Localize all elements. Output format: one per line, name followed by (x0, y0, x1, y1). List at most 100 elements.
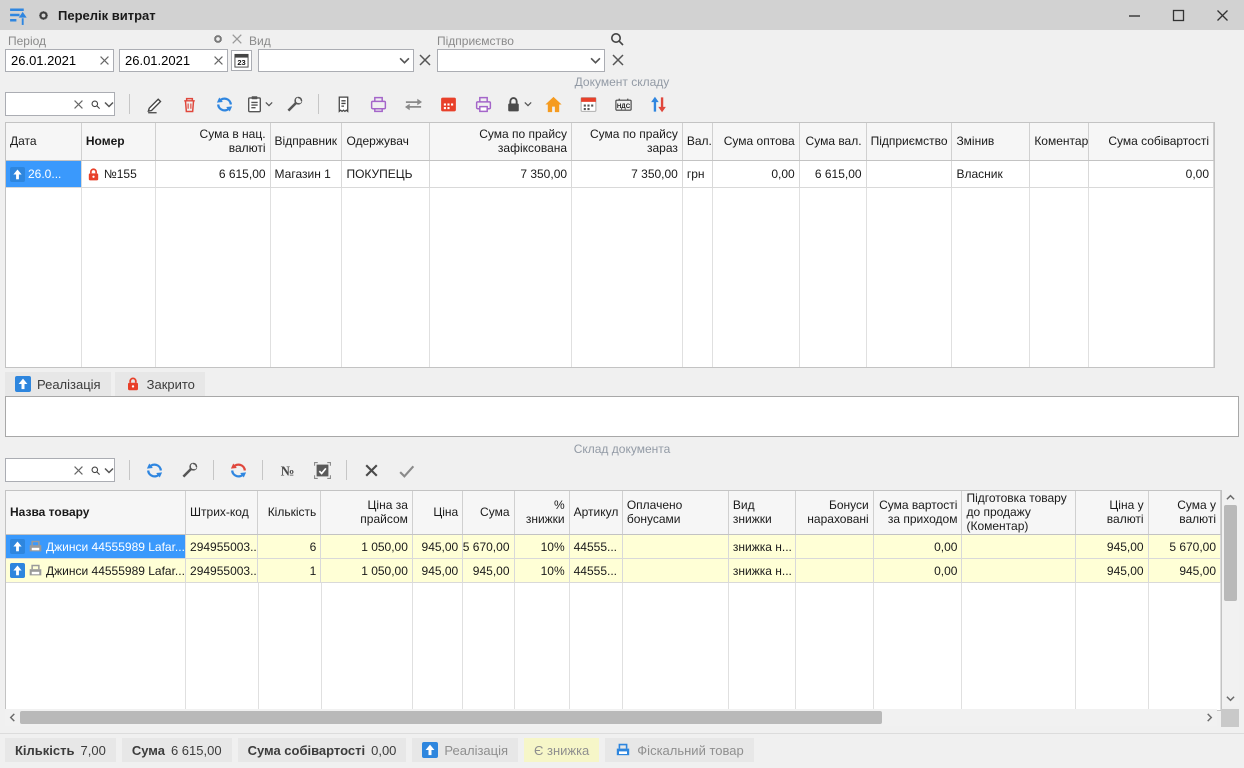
table-cell[interactable]: Магазин 1 (271, 161, 343, 187)
column-header[interactable]: Оплачено бонусами (623, 491, 729, 534)
table-cell[interactable]: 1 050,00 (321, 559, 413, 582)
table-cell[interactable]: №155 (82, 161, 156, 187)
table-cell[interactable]: 0,00 (713, 161, 800, 187)
column-header[interactable]: Бонуси нараховані (796, 491, 873, 534)
column-header[interactable]: Сума вартості за приходом (874, 491, 963, 534)
column-header[interactable]: Одержувач (342, 123, 430, 160)
table-cell[interactable]: Джинси 44555989 Lafar... (6, 535, 186, 558)
table-cell[interactable]: 1 (258, 559, 321, 582)
table-cell[interactable]: 1 050,00 (321, 535, 413, 558)
column-header[interactable]: Назва товару (6, 491, 186, 534)
reload-items-button[interactable] (222, 457, 254, 483)
date-to-input[interactable] (120, 53, 210, 68)
items-horizontal-scrollbar[interactable] (5, 709, 1217, 726)
lock-button[interactable] (502, 91, 534, 117)
column-header[interactable]: Сума по прайсу зараз (572, 123, 683, 160)
table-cell[interactable]: знижка н... (729, 559, 797, 582)
refresh-button[interactable] (138, 457, 170, 483)
table-cell[interactable]: 945,00 (463, 559, 514, 582)
horizontal-scroll-thumb[interactable] (20, 711, 882, 724)
table-row[interactable]: Джинси 44555989 Lafar...294955003...61 0… (6, 535, 1221, 559)
column-header[interactable]: Кількість (258, 491, 321, 534)
table-cell[interactable]: 945,00 (1149, 559, 1221, 582)
column-header[interactable]: Відправник (271, 123, 343, 160)
column-header[interactable]: Вид знижки (729, 491, 797, 534)
table-cell[interactable]: 945,00 (413, 559, 463, 582)
edit-button[interactable] (138, 91, 170, 117)
column-header[interactable]: Сума в нац. валюті (156, 123, 271, 160)
column-header[interactable]: Сума у валюті (1149, 491, 1221, 534)
table-cell[interactable] (796, 535, 873, 558)
column-header[interactable]: % знижки (515, 491, 570, 534)
scroll-right-button[interactable] (1202, 709, 1217, 726)
table-cell[interactable]: 945,00 (1076, 559, 1148, 582)
table-cell[interactable]: Власник (952, 161, 1030, 187)
enterprise-select[interactable] (437, 49, 605, 72)
table-cell[interactable]: 26.0... (6, 161, 82, 187)
column-header[interactable]: Сума собівартості (1089, 123, 1214, 160)
calendar-report-button[interactable] (432, 91, 464, 117)
tag-closed[interactable]: Закрито (115, 372, 205, 396)
column-header[interactable]: Вал. (683, 123, 713, 160)
chevron-down-icon[interactable] (104, 462, 114, 479)
date-from-clear-icon[interactable] (96, 52, 113, 69)
table-cell[interactable] (867, 161, 953, 187)
column-header[interactable]: Дата (6, 123, 82, 160)
table-cell[interactable]: 294955003... (186, 535, 258, 558)
table-cell[interactable]: 5 670,00 (1149, 535, 1221, 558)
column-header[interactable]: Сума вал. (800, 123, 867, 160)
enterprise-search-button[interactable] (609, 31, 625, 47)
column-header[interactable]: Номер (82, 123, 156, 160)
items-search-input[interactable] (6, 463, 70, 478)
table-cell[interactable]: знижка н... (729, 535, 797, 558)
sort-button[interactable] (642, 91, 674, 117)
column-header[interactable]: Сума по прайсу зафіксована (430, 123, 572, 160)
calendar-picker-button[interactable]: 23 (231, 50, 252, 71)
table-cell[interactable] (962, 559, 1076, 582)
table-cell[interactable]: грн (683, 161, 713, 187)
copy-machine-button[interactable] (362, 91, 394, 117)
delete-button[interactable] (173, 91, 205, 117)
document-comment-box[interactable] (5, 396, 1239, 437)
table-cell[interactable]: 6 (258, 535, 321, 558)
scroll-down-button[interactable] (1222, 691, 1239, 706)
type-select[interactable] (258, 49, 414, 72)
vat-button[interactable]: НДС (607, 91, 639, 117)
period-clear-button[interactable] (231, 33, 243, 45)
scroll-up-button[interactable] (1222, 490, 1239, 505)
column-header[interactable]: Артикул (570, 491, 623, 534)
column-header[interactable]: Підготовка товару до продажу (Коментар) (962, 491, 1076, 534)
print-button[interactable] (467, 91, 499, 117)
table-cell[interactable]: 0,00 (874, 559, 963, 582)
search-clear-icon[interactable] (70, 462, 87, 479)
table-cell[interactable]: 6 615,00 (800, 161, 867, 187)
vertical-scroll-thumb[interactable] (1224, 505, 1237, 601)
table-cell[interactable]: 945,00 (1076, 535, 1148, 558)
maximize-button[interactable] (1156, 0, 1200, 30)
receipt-button[interactable] (327, 91, 359, 117)
column-header[interactable]: Ціна у валюті (1076, 491, 1148, 534)
column-header[interactable]: Штрих-код (186, 491, 258, 534)
home-button[interactable] (537, 91, 569, 117)
table-row[interactable]: Джинси 44555989 Lafar...294955003...11 0… (6, 559, 1221, 583)
search-clear-icon[interactable] (70, 96, 87, 113)
magnifier-icon[interactable] (87, 462, 104, 479)
select-all-button[interactable] (306, 457, 338, 483)
table-cell[interactable]: 945,00 (413, 535, 463, 558)
date-to-clear-icon[interactable] (210, 52, 227, 69)
table-cell[interactable]: 6 615,00 (156, 161, 271, 187)
minimize-button[interactable] (1112, 0, 1156, 30)
enterprise-clear-button[interactable] (611, 53, 625, 67)
column-header[interactable]: Ціна за прайсом (321, 491, 413, 534)
numbering-button[interactable]: № (271, 457, 303, 483)
type-clear-button[interactable] (418, 53, 432, 67)
column-header[interactable]: Ціна (413, 491, 463, 534)
table-cell[interactable]: 44555... (570, 559, 623, 582)
close-button[interactable] (1200, 0, 1244, 30)
refresh-button[interactable] (208, 91, 240, 117)
table-cell[interactable]: Джинси 44555989 Lafar... (6, 559, 186, 582)
table-cell[interactable]: 5 670,00 (463, 535, 514, 558)
table-cell[interactable]: 7 350,00 (430, 161, 572, 187)
tag-realization[interactable]: Реалізація (5, 372, 111, 396)
service-button[interactable] (173, 457, 205, 483)
